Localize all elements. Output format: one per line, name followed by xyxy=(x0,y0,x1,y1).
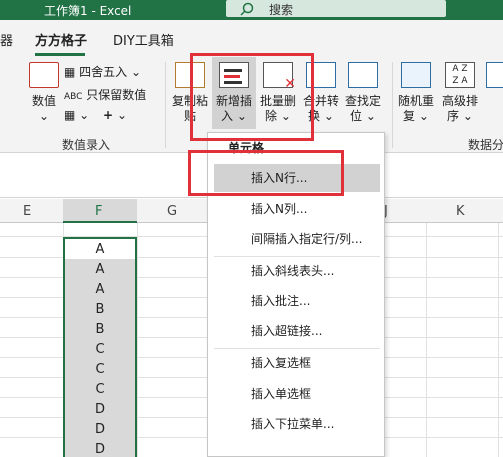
find-locate-button[interactable]: 查找定 位 ⌄ xyxy=(341,62,385,124)
search-icon xyxy=(240,2,254,16)
round-icon: ▦ xyxy=(64,65,76,79)
insert-rows-icon xyxy=(219,62,249,88)
column-header-f[interactable]: F xyxy=(95,204,102,219)
abc-icon: ABC xyxy=(64,92,83,102)
random-icon xyxy=(401,62,431,88)
data-analysis-button-partial[interactable] xyxy=(486,62,503,94)
grid-line xyxy=(426,223,427,457)
tab-fangfanggezi[interactable]: 方方格子 xyxy=(35,30,87,49)
cell-f[interactable]: A xyxy=(63,260,137,280)
group-label-data: 数据分 xyxy=(468,138,503,152)
chart-icon xyxy=(486,62,503,88)
grid-line xyxy=(498,223,499,457)
chevron-down-icon: ⌄ xyxy=(38,109,50,123)
chevron-down-icon: ⌄ xyxy=(233,109,247,123)
tab-partial[interactable]: 器 xyxy=(0,30,13,49)
menu-item-insert-radio[interactable]: 插入单选框 xyxy=(214,380,380,408)
menu-item-insert-n-columns[interactable]: 插入N列... xyxy=(214,195,380,223)
tab-diy-toolbox[interactable]: DIY工具箱 xyxy=(113,30,174,49)
column-header-k[interactable]: K xyxy=(456,204,465,219)
cell-f[interactable]: B xyxy=(63,320,137,340)
round-button[interactable]: ▦ 四舍五入 ⌄ xyxy=(64,63,141,80)
numeric-icon xyxy=(29,62,59,88)
advanced-sort-button[interactable]: A ZZ A 高级排 序 ⌄ xyxy=(438,62,482,124)
menu-item-interval-insert[interactable]: 间隔插入指定行/列... xyxy=(214,225,380,253)
chevron-down-icon: ⌄ xyxy=(362,109,376,123)
chevron-down-icon: ⌄ xyxy=(116,108,127,122)
numeric-button[interactable]: 数值 ⌄ xyxy=(22,62,66,124)
search-placeholder: 搜索 xyxy=(269,3,294,17)
search-box[interactable]: 搜索 xyxy=(226,0,446,17)
menu-item-insert-comment[interactable]: 插入批注... xyxy=(214,287,380,315)
sort-az-icon: A ZZ A xyxy=(445,62,475,88)
chevron-down-icon: ⌄ xyxy=(79,108,94,122)
menu-item-insert-checkbox[interactable]: 插入复选框 xyxy=(214,349,380,377)
mini-table-icon: ▦ xyxy=(64,108,76,122)
grid-line xyxy=(137,223,138,457)
column-header-e[interactable]: E xyxy=(23,204,31,219)
magnifier-grid-icon xyxy=(348,62,378,88)
chevron-down-icon: ⌄ xyxy=(415,109,429,123)
chevron-down-icon: ⌄ xyxy=(320,109,334,123)
cell-f[interactable]: D xyxy=(63,400,137,420)
group-separator xyxy=(392,62,393,148)
window-title: 工作簿1 - Excel xyxy=(44,4,132,18)
highlight-annotation-menu-item xyxy=(188,150,344,196)
menu-item-insert-hyperlink[interactable]: 插入超链接... xyxy=(214,317,380,345)
group-separator xyxy=(165,62,166,148)
cell-f[interactable]: C xyxy=(63,360,137,380)
cell-f[interactable]: A xyxy=(63,280,137,300)
add-insert-button[interactable]: 新增插 入 ⌄ xyxy=(212,62,256,124)
chevron-down-icon: ⌄ xyxy=(131,65,142,79)
cell-f[interactable]: C xyxy=(63,380,137,400)
group-label-numeric: 数值录入 xyxy=(62,138,111,152)
chevron-down-icon: ⌄ xyxy=(459,109,473,123)
insert-symbol-button[interactable]: ▦ ⌄ + ⌄ xyxy=(64,108,127,122)
cell-f[interactable]: A xyxy=(63,240,137,260)
cell-f[interactable]: B xyxy=(63,300,137,320)
menu-item-insert-dropdown[interactable]: 插入下拉菜单... xyxy=(214,410,380,438)
ribbon-tabs: 器 方方格子 DIY工具箱 xyxy=(0,20,503,56)
cell-f[interactable]: D xyxy=(63,420,137,440)
cell-f[interactable]: C xyxy=(63,340,137,360)
column-header-g[interactable]: G xyxy=(167,204,177,219)
random-duplicate-button[interactable]: 随机重 复 ⌄ xyxy=(394,62,438,124)
menu-item-insert-diagonal-header[interactable]: 插入斜线表头... xyxy=(214,257,380,285)
cell-f[interactable]: D xyxy=(63,440,137,457)
title-bar: 工作簿1 - Excel 搜索 xyxy=(0,0,503,20)
keep-values-button[interactable]: ABC 只保留数值 xyxy=(64,86,146,103)
